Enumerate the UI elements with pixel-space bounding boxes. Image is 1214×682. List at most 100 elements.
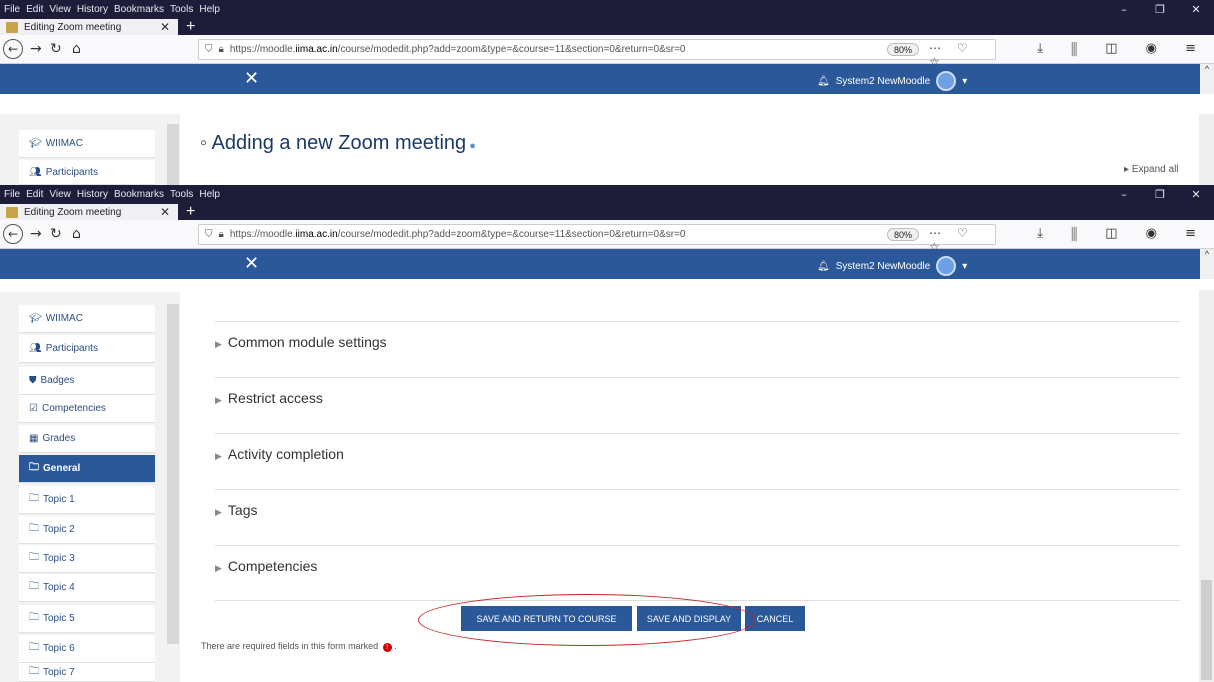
reload-icon[interactable]: ↻: [50, 224, 62, 244]
menu-tools[interactable]: Tools: [170, 4, 193, 15]
sidebar-item-label: Participants: [45, 343, 98, 354]
restore-icon[interactable]: ❐: [1142, 185, 1178, 204]
back-icon[interactable]: ←: [3, 39, 23, 59]
sidebar-item-topic-5[interactable]: 🗀 Topic 5: [19, 605, 155, 633]
close-window-icon[interactable]: ✕: [1178, 0, 1214, 19]
toolbar-icons[interactable]: ⤓ ⫼ ◫ ◉ ≡: [1037, 39, 1208, 59]
section-header[interactable]: ▶ Activity completion: [215, 446, 344, 462]
scroll-up-icon[interactable]: ^: [1200, 64, 1214, 94]
browser-tab[interactable]: Editing Zoom meeting ✕: [0, 19, 178, 35]
sidebar-item-label: Topic 7: [43, 666, 75, 678]
sidebar-item-grades[interactable]: ▦ Grades: [19, 425, 155, 453]
sidebar-item-wiimac[interactable]: 🎓︎ WIIMAC: [19, 130, 155, 158]
forward-icon[interactable]: →: [30, 224, 42, 244]
menu-tools[interactable]: Tools: [170, 189, 193, 200]
menu-bookmarks[interactable]: Bookmarks: [114, 4, 164, 15]
shield-icon[interactable]: ⛉: [205, 44, 213, 55]
new-tab-icon[interactable]: +: [178, 204, 203, 220]
menu-history[interactable]: History: [77, 189, 108, 200]
section-header[interactable]: ▶ Restrict access: [215, 390, 323, 406]
scroll-up-icon[interactable]: ^: [1200, 249, 1214, 279]
browser-tab[interactable]: Editing Zoom meeting ✕: [0, 204, 178, 220]
home-icon[interactable]: ⌂: [72, 39, 81, 59]
help-icon[interactable]: ●: [466, 140, 476, 152]
section-header[interactable]: ▶ Competencies: [215, 558, 317, 574]
menu-view[interactable]: View: [49, 4, 71, 15]
section-tags[interactable]: ▶ Tags: [215, 489, 1180, 545]
caret-down-icon[interactable]: ▾: [962, 76, 967, 87]
zoom-level[interactable]: 80%: [887, 43, 920, 56]
section-header[interactable]: ▶ Tags: [215, 502, 258, 518]
shield-icon[interactable]: ⛉: [205, 229, 213, 240]
expand-all-link[interactable]: ▸ Expand all: [1124, 164, 1179, 175]
moodle-navbar: ✕ 🔔︎ System2 NewMoodle ▾ ^: [0, 64, 1214, 94]
page-scrollbar-1[interactable]: [1199, 114, 1214, 185]
back-icon[interactable]: ←: [3, 224, 23, 244]
minimize-icon[interactable]: –: [1106, 185, 1142, 204]
close-window-icon[interactable]: ✕: [1178, 185, 1214, 204]
close-tab-icon[interactable]: ✕: [160, 20, 170, 34]
menu-help[interactable]: Help: [199, 189, 220, 200]
menu-edit[interactable]: Edit: [26, 189, 43, 200]
restore-icon[interactable]: ❐: [1142, 0, 1178, 19]
graduation-cap-icon: 🎓︎: [29, 138, 42, 149]
lock-icon[interactable]: 🔒︎: [219, 44, 224, 55]
zoom-level[interactable]: 80%: [887, 228, 920, 241]
bell-icon[interactable]: 🔔︎: [817, 76, 830, 87]
lock-icon[interactable]: 🔒︎: [219, 229, 224, 240]
sidebar-scrollbar[interactable]: [167, 124, 179, 185]
section-competencies[interactable]: ▶ Competencies: [215, 545, 1180, 601]
sidebar-item-label: Badges: [40, 375, 75, 386]
user-menu[interactable]: 🔔︎ System2 NewMoodle ▾: [817, 71, 967, 91]
section-restrict-access[interactable]: ▶ Restrict access: [215, 377, 1180, 433]
folder-icon: 🗀: [29, 552, 39, 563]
reload-icon[interactable]: ↻: [50, 39, 62, 59]
folder-icon: 🗀: [29, 612, 39, 623]
sidebar-item-badges[interactable]: ⛊ Badges: [19, 367, 155, 395]
folder-icon: 🗀: [29, 665, 39, 677]
menu-help[interactable]: Help: [199, 4, 220, 15]
highlight-annotation: [418, 594, 756, 646]
forward-icon[interactable]: →: [30, 39, 42, 59]
sidebar-item-topic-3[interactable]: 🗀 Topic 3: [19, 545, 155, 573]
sidebar-scrollbar[interactable]: [167, 304, 179, 644]
menu-file[interactable]: File: [4, 189, 20, 200]
section-header[interactable]: ▶ Common module settings: [215, 334, 387, 350]
avatar[interactable]: [936, 256, 957, 276]
sidebar-item-label: Topic 2: [43, 524, 75, 535]
sidebar-item-participants[interactable]: 👥︎ Participants: [19, 335, 155, 363]
menu-history[interactable]: History: [77, 4, 108, 15]
close-drawer-icon[interactable]: ✕: [244, 68, 259, 89]
home-icon[interactable]: ⌂: [72, 224, 81, 244]
menu-edit[interactable]: Edit: [26, 4, 43, 15]
section-common-module-settings[interactable]: ▶ Common module settings: [215, 321, 1180, 377]
avatar[interactable]: [936, 71, 957, 91]
folder-icon: 🗀: [29, 462, 39, 473]
new-tab-icon[interactable]: +: [178, 19, 203, 35]
sidebar-item-topic-7[interactable]: 🗀 Topic 7: [19, 663, 155, 682]
sidebar-item-participants[interactable]: 👥︎ Participants: [19, 160, 155, 185]
toolbar-icons[interactable]: ⤓ ⫼ ◫ ◉ ≡: [1037, 224, 1208, 244]
url-bar[interactable]: ⛉ 🔒︎ https://moodle.iima.ac.in/course/mo…: [198, 224, 996, 254]
page-scrollbar-thumb[interactable]: [1201, 580, 1212, 680]
close-drawer-icon[interactable]: ✕: [244, 253, 259, 274]
section-title: Restrict access: [227, 390, 323, 406]
sidebar-item-general[interactable]: 🗀 General: [19, 455, 155, 483]
sidebar-item-topic-1[interactable]: 🗀 Topic 1: [19, 486, 155, 514]
sidebar-item-topic-6[interactable]: 🗀 Topic 6: [19, 635, 155, 663]
section-activity-completion[interactable]: ▶ Activity completion: [215, 433, 1180, 489]
sidebar-item-wiimac[interactable]: 🎓︎ WIIMAC: [19, 305, 155, 333]
close-tab-icon[interactable]: ✕: [160, 205, 170, 219]
user-menu[interactable]: 🔔︎ System2 NewMoodle ▾: [817, 256, 967, 276]
sidebar-item-topic-4[interactable]: 🗀 Topic 4: [19, 574, 155, 602]
caret-down-icon[interactable]: ▾: [962, 261, 967, 272]
sidebar-item-competencies[interactable]: ☑ Competencies: [19, 395, 155, 423]
menu-file[interactable]: File: [4, 4, 20, 15]
menu-bookmarks[interactable]: Bookmarks: [114, 189, 164, 200]
sidebar-item-topic-2[interactable]: 🗀 Topic 2: [19, 516, 155, 544]
menu-view[interactable]: View: [49, 189, 71, 200]
url-path: /course/modedit.php?add=zoom&type=&cours…: [337, 229, 686, 240]
bell-icon[interactable]: 🔔︎: [817, 261, 830, 272]
minimize-icon[interactable]: –: [1106, 0, 1142, 19]
url-bar[interactable]: ⛉ 🔒︎ https://moodle.iima.ac.in/course/mo…: [198, 39, 996, 69]
